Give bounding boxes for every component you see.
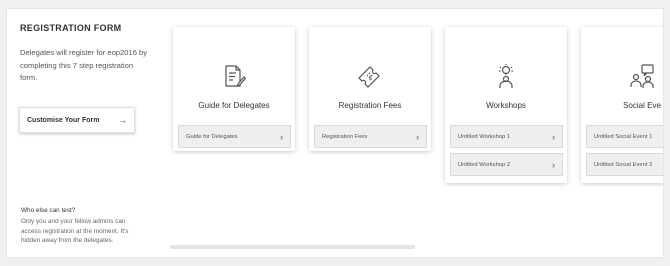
step-cards: Guide for Delegates Guide for Delegates …	[173, 27, 663, 187]
people-chat-icon	[581, 63, 663, 89]
arrow-right-icon: →	[118, 115, 127, 125]
ticket-icon: $	[309, 63, 431, 89]
sub-item[interactable]: Untitled Social Event 2 ›	[586, 153, 663, 176]
registration-description: Delegates will register for eop2016 by c…	[20, 48, 148, 82]
registration-panel: REGISTRATION FORM Delegates will registe…	[6, 8, 664, 258]
customise-form-label: Customise Your Form	[27, 116, 100, 124]
horizontal-scrollbar[interactable]	[170, 245, 415, 249]
document-pen-icon	[173, 63, 295, 89]
step-card-label: Social Eve	[623, 101, 661, 110]
chevron-right-icon: ›	[280, 131, 283, 142]
sub-item-label: Untitled Workshop 2	[458, 161, 511, 168]
sub-item-label: Untitled Social Event 2	[594, 161, 653, 168]
step-card-guide[interactable]: Guide for Delegates Guide for Delegates …	[173, 27, 295, 151]
step-card-label: Registration Fees	[338, 101, 402, 110]
chevron-right-icon: ›	[552, 131, 555, 142]
sub-item[interactable]: Untitled Workshop 2 ›	[450, 153, 563, 176]
customise-form-button[interactable]: Customise Your Form →	[19, 107, 135, 133]
presenter-idea-icon	[445, 63, 567, 89]
page-title: REGISTRATION FORM	[20, 23, 122, 33]
step-card-fees[interactable]: $ Registration Fees Registration Fees ›	[309, 27, 431, 151]
sub-item[interactable]: Registration Fees ›	[314, 125, 427, 148]
sub-item-label: Guide for Delegates	[186, 133, 238, 140]
test-access-info: Who else can test? Only you and your fel…	[21, 207, 141, 246]
sub-item-label: Untitled Social Event 1	[594, 133, 653, 140]
test-access-title: Who else can test?	[21, 207, 76, 214]
sub-item-label: Untitled Workshop 1	[458, 133, 511, 140]
chevron-right-icon: ›	[552, 159, 555, 170]
test-access-text: Only you and your fellow admins can acce…	[21, 218, 129, 245]
step-card-social[interactable]: Social Eve Untitled Social Event 1 › Unt…	[581, 27, 663, 183]
step-card-workshops[interactable]: Workshops Untitled Workshop 1 › Untitled…	[445, 27, 567, 183]
step-card-label: Guide for Delegates	[198, 101, 270, 110]
sidebar: REGISTRATION FORM Delegates will registe…	[19, 23, 150, 133]
sub-item[interactable]: Untitled Workshop 1 ›	[450, 125, 563, 148]
chevron-right-icon: ›	[416, 131, 419, 142]
sub-item-label: Registration Fees	[322, 133, 368, 140]
step-card-label: Workshops	[486, 101, 526, 110]
sub-item[interactable]: Untitled Social Event 1 ›	[586, 125, 663, 148]
svg-text:$: $	[369, 75, 373, 82]
sub-item[interactable]: Guide for Delegates ›	[178, 125, 291, 148]
